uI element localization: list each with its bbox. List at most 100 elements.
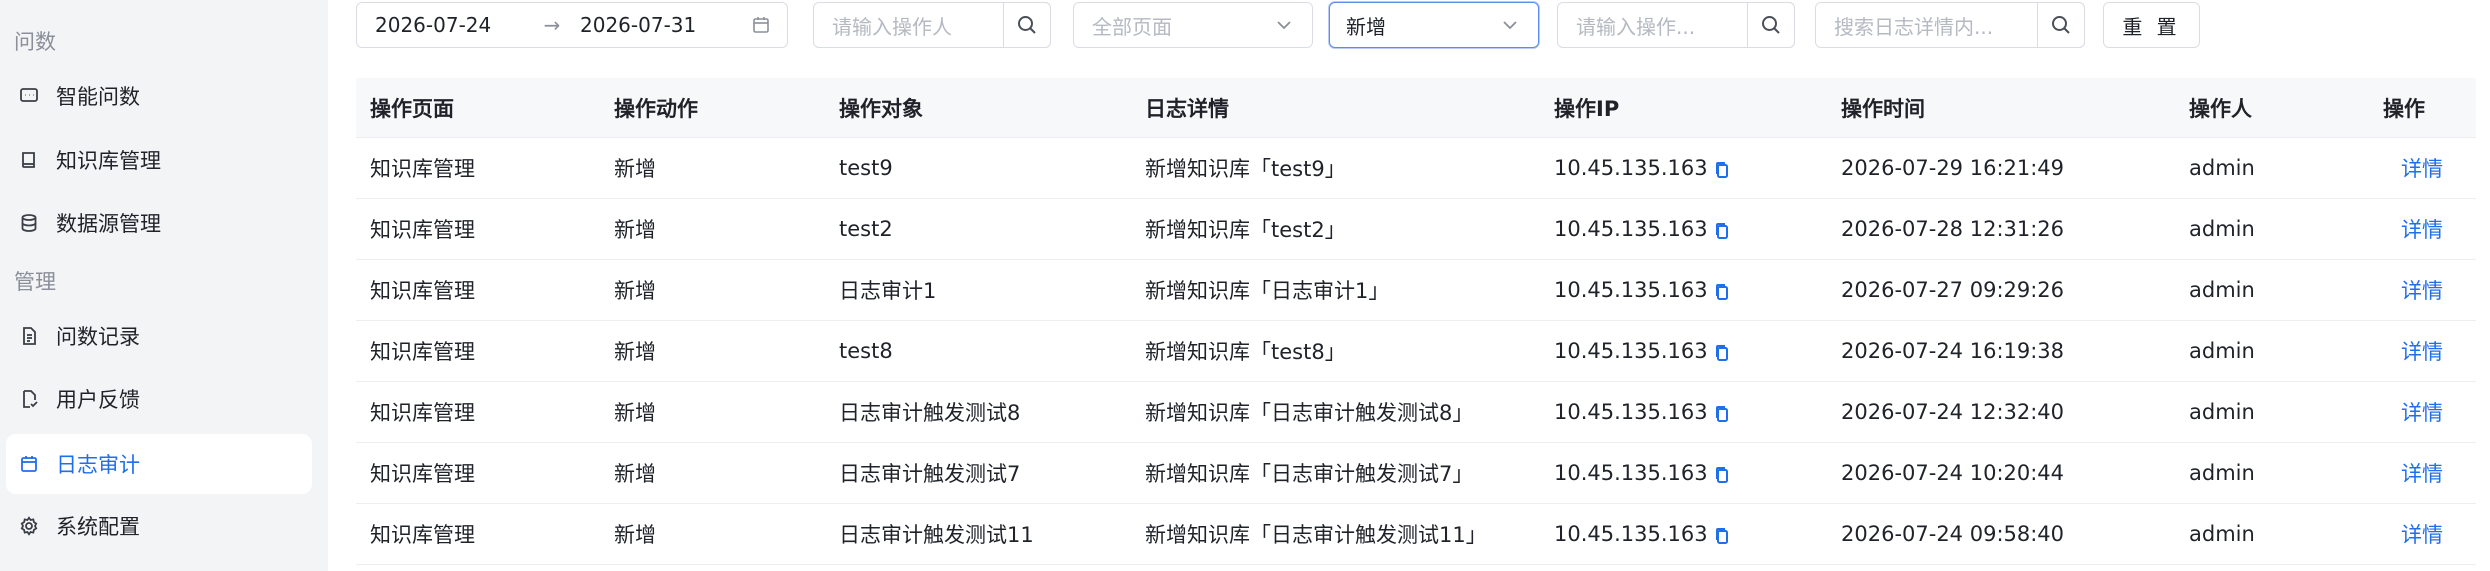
col-header-page: 操作页面 [370, 96, 454, 121]
detail-link[interactable]: 详情 [2401, 275, 2443, 305]
detail-link[interactable]: 详情 [2401, 397, 2443, 427]
sidebar: 问数 智能问数 知识库管理 数据源管理 管理 问数记录 用户反馈 日志审计 系统… [0, 0, 328, 571]
detail-input[interactable]: 搜索日志详情内... [1816, 11, 2036, 40]
cell-object: 日志审计触发测试7 [839, 462, 1021, 486]
cell-action: 新增 [614, 340, 656, 364]
date-range-picker[interactable]: 2026-07-24 → 2026-07-31 [356, 2, 788, 48]
cell-detail: 新增知识库「日志审计1」 [1145, 279, 1390, 303]
col-header-ip: 操作IP [1554, 96, 1620, 121]
copy-icon[interactable] [1714, 160, 1730, 178]
col-header-object: 操作对象 [839, 96, 923, 121]
copy-icon[interactable] [1714, 526, 1730, 544]
ip-text: 10.45.135.163 [1554, 156, 1708, 180]
detail-link[interactable]: 详情 [2401, 336, 2443, 366]
table-row: 知识库管理 新增 test2 新增知识库「test2」 10.45.135.16… [356, 199, 2476, 260]
database-icon [18, 212, 40, 234]
object-search-button[interactable] [1747, 2, 1795, 48]
sidebar-item-label: 问数记录 [56, 325, 140, 349]
cell-ip: 10.45.135.163 [1554, 461, 1730, 485]
table-row: 知识库管理 新增 日志审计触发测试11 新增知识库「日志审计触发测试11」 10… [356, 504, 2476, 565]
table-row: 知识库管理 新增 日志审计1 新增知识库「日志审计1」 10.45.135.16… [356, 260, 2476, 321]
search-icon [2052, 16, 2070, 34]
reset-button[interactable]: 重 置 [2103, 2, 2200, 48]
object-search: 请输入操作... [1557, 2, 1795, 48]
search-icon [1762, 16, 1780, 34]
cell-action: 新增 [614, 401, 656, 425]
sidebar-item-system-config[interactable]: 系统配置 [6, 496, 312, 556]
detail-link[interactable]: 详情 [2401, 153, 2443, 183]
cell-ip: 10.45.135.163 [1554, 400, 1730, 424]
cell-time: 2026-07-24 12:32:40 [1841, 400, 2065, 424]
sidebar-item-datasource[interactable]: 数据源管理 [6, 193, 312, 253]
cell-object: 日志审计触发测试11 [839, 523, 1034, 547]
sidebar-item-knowledge-base[interactable]: 知识库管理 [6, 130, 312, 190]
audit-log-table: 操作页面 操作动作 操作对象 日志详情 操作IP 操作时间 操作人 操作 知识库… [356, 78, 2476, 565]
col-header-time: 操作时间 [1841, 96, 1925, 121]
action-select[interactable]: 新增 [1329, 2, 1539, 48]
sidebar-item-smart-ask[interactable]: 智能问数 [6, 66, 312, 126]
ip-text: 10.45.135.163 [1554, 339, 1708, 363]
cell-detail: 新增知识库「test8」 [1145, 340, 1346, 364]
cell-page: 知识库管理 [370, 523, 475, 547]
cell-time: 2026-07-29 16:21:49 [1841, 156, 2065, 180]
calendar-icon [18, 453, 40, 475]
cell-time: 2026-07-27 09:29:26 [1841, 278, 2065, 302]
detail-link[interactable]: 详情 [2401, 458, 2443, 488]
object-input[interactable]: 请输入操作... [1558, 11, 1746, 40]
cell-detail: 新增知识库「日志审计触发测试7」 [1145, 462, 1474, 486]
sidebar-item-user-feedback[interactable]: 用户反馈 [6, 369, 312, 429]
chevron-down-icon [1274, 15, 1294, 35]
date-separator: → [543, 13, 561, 37]
date-start[interactable]: 2026-07-24 [357, 13, 532, 37]
detail-link[interactable]: 详情 [2401, 214, 2443, 244]
cell-page: 知识库管理 [370, 401, 475, 425]
action-select-value: 新增 [1346, 14, 1386, 39]
ip-text: 10.45.135.163 [1554, 278, 1708, 302]
cell-action: 新增 [614, 523, 656, 547]
cell-user: admin [2189, 400, 2255, 424]
sidebar-section-manage: 管理 [14, 270, 56, 294]
table-row: 知识库管理 新增 test9 新增知识库「test9」 10.45.135.16… [356, 138, 2476, 199]
cell-detail: 新增知识库「日志审计触发测试11」 [1145, 523, 1487, 547]
cell-action: 新增 [614, 157, 656, 181]
ip-text: 10.45.135.163 [1554, 522, 1708, 546]
ip-text: 10.45.135.163 [1554, 461, 1708, 485]
copy-icon[interactable] [1714, 221, 1730, 239]
detail-search: 搜索日志详情内... [1815, 2, 2085, 48]
copy-icon[interactable] [1714, 343, 1730, 361]
sidebar-item-ask-records[interactable]: 问数记录 [6, 306, 312, 366]
copy-icon[interactable] [1714, 404, 1730, 422]
copy-icon[interactable] [1714, 282, 1730, 300]
cell-action: 新增 [614, 218, 656, 242]
cell-user: admin [2189, 522, 2255, 546]
page-select[interactable]: 全部页面 [1073, 2, 1313, 48]
operator-search-button[interactable] [1003, 2, 1051, 48]
sidebar-item-log-audit[interactable]: 日志审计 [6, 434, 312, 494]
calendar-icon [751, 15, 771, 40]
sidebar-item-label: 知识库管理 [56, 149, 161, 173]
table-row: 知识库管理 新增 test8 新增知识库「test8」 10.45.135.16… [356, 321, 2476, 382]
detail-link[interactable]: 详情 [2401, 519, 2443, 549]
detail-search-button[interactable] [2037, 2, 2085, 48]
cell-detail: 新增知识库「日志审计触发测试8」 [1145, 401, 1474, 425]
book-icon [18, 149, 40, 171]
cell-time: 2026-07-28 12:31:26 [1841, 217, 2065, 241]
cell-page: 知识库管理 [370, 462, 475, 486]
sidebar-section-ask: 问数 [14, 30, 56, 54]
sidebar-item-label: 日志审计 [56, 453, 140, 477]
table-body: 知识库管理 新增 test9 新增知识库「test9」 10.45.135.16… [356, 138, 2476, 565]
cell-ip: 10.45.135.163 [1554, 156, 1730, 180]
main-content: 2026-07-24 → 2026-07-31 请输入操作人 全部页面 新增 请… [328, 0, 2490, 571]
table-header: 操作页面 操作动作 操作对象 日志详情 操作IP 操作时间 操作人 操作 [356, 78, 2476, 138]
cell-object: 日志审计1 [839, 279, 937, 303]
page-select-value: 全部页面 [1092, 14, 1172, 39]
cell-user: admin [2189, 339, 2255, 363]
cell-ip: 10.45.135.163 [1554, 339, 1730, 363]
operator-input[interactable]: 请输入操作人 [814, 11, 1002, 40]
sidebar-item-label: 智能问数 [56, 85, 140, 109]
copy-icon[interactable] [1714, 465, 1730, 483]
table-row: 知识库管理 新增 日志审计触发测试7 新增知识库「日志审计触发测试7」 10.4… [356, 443, 2476, 504]
date-end[interactable]: 2026-07-31 [572, 13, 696, 37]
gear-icon [18, 515, 40, 537]
document-icon [18, 325, 40, 347]
